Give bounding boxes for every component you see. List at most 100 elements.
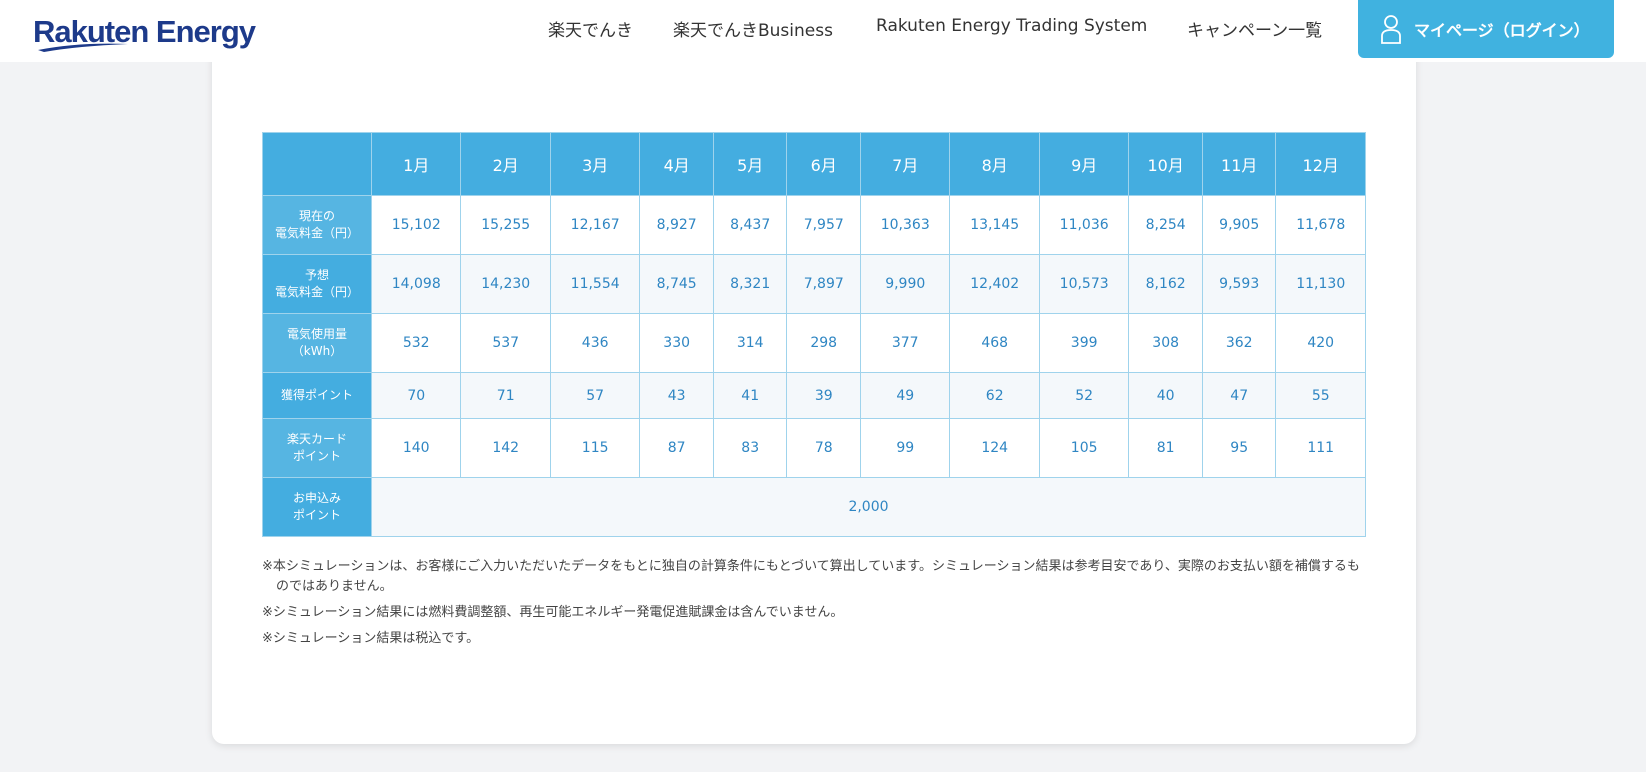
value-cell: 9,593 [1201, 254, 1277, 314]
value-cell: 78 [786, 418, 861, 478]
row-label-line: （kWh） [291, 344, 343, 358]
mypage-login-button[interactable]: マイページ（ログイン） [1358, 0, 1614, 58]
value-cell: 105 [1038, 418, 1130, 478]
month-header: 10月 [1128, 132, 1203, 196]
value-cell: 71 [460, 372, 551, 419]
value-cell: 8,927 [639, 195, 714, 255]
value-cell: 8,321 [712, 254, 788, 314]
value-cell: 87 [639, 418, 714, 478]
nav-trading-system[interactable]: Rakuten Energy Trading System [876, 16, 1147, 46]
value-cell: 99 [859, 418, 951, 478]
row-label: 獲得ポイント [262, 372, 372, 419]
corner-cell [262, 132, 372, 196]
value-cell: 81 [1128, 418, 1203, 478]
value-cell: 52 [1038, 372, 1130, 419]
table-row: 電気使用量 （kWh） 532 537 436 330 314 298 377 468 399 308… [262, 313, 1366, 373]
application-points-value: 2,000 [371, 477, 1366, 537]
row-label: 予想電気料金（円） [262, 254, 372, 314]
value-cell: 11,678 [1275, 195, 1366, 255]
month-header: 8月 [949, 132, 1040, 196]
month-header: 7月 [859, 132, 951, 196]
row-label-line: 電気料金（円） [274, 285, 359, 299]
value-cell: 124 [949, 418, 1040, 478]
value-cell: 43 [639, 372, 714, 419]
value-cell: 15,102 [370, 195, 462, 255]
simulation-table: 1月 2月 3月 4月 5月 6月 7月 8月 9月 10月 11月 12月 現… [262, 132, 1366, 537]
table-row: 獲得ポイント 70 71 57 43 41 39 49 62 52 40 47 55 [262, 372, 1366, 419]
value-cell: 377 [859, 313, 951, 373]
logo-swoosh-icon [38, 43, 128, 52]
value-cell: 8,254 [1128, 195, 1203, 255]
row-label-line: お申込み [292, 491, 341, 505]
value-cell: 70 [370, 372, 462, 419]
value-cell: 362 [1201, 313, 1277, 373]
value-cell: 436 [549, 313, 641, 373]
month-header-row: 1月 2月 3月 4月 5月 6月 7月 8月 9月 10月 11月 12月 [262, 132, 1366, 196]
value-cell: 14,230 [460, 254, 551, 314]
note-item: ※シミュレーション結果は税込です。 [262, 631, 480, 646]
month-header: 9月 [1038, 132, 1130, 196]
month-header: 11月 [1201, 132, 1277, 196]
value-cell: 8,162 [1128, 254, 1203, 314]
row-label: 電気使用量 （kWh） [262, 313, 372, 373]
nav-rakuten-denki-business[interactable]: 楽天でんきBusiness [673, 16, 833, 46]
value-cell: 49 [859, 372, 951, 419]
row-label-line: 予想 [304, 268, 329, 282]
value-cell: 62 [949, 372, 1040, 419]
value-cell: 12,167 [549, 195, 641, 255]
month-header: 3月 [549, 132, 641, 196]
month-header: 2月 [460, 132, 551, 196]
row-label-line: 獲得ポイント [280, 388, 353, 402]
value-cell: 11,036 [1038, 195, 1130, 255]
row-label: 楽天カード ポイント [262, 418, 372, 478]
value-cell: 532 [370, 313, 462, 373]
value-cell: 314 [712, 313, 788, 373]
value-cell: 11,554 [549, 254, 641, 314]
row-label-line: 現在の [298, 209, 335, 223]
value-cell: 330 [639, 313, 714, 373]
value-cell: 420 [1275, 313, 1366, 373]
login-label: マイページ（ログイン） [1414, 21, 1590, 40]
table-row: 予想 電気料金（円） 14,098 14,230 11,554 8,745 8,321 7,8… [262, 254, 1366, 314]
value-cell: 15,255 [460, 195, 551, 255]
nav-rakuten-denki[interactable]: 楽天でんき [548, 16, 633, 46]
value-cell: 10,573 [1038, 254, 1130, 314]
value-cell: 41 [712, 372, 788, 419]
value-cell: 8,437 [712, 195, 788, 255]
value-cell: 142 [460, 418, 551, 478]
value-cell: 9,905 [1201, 195, 1277, 255]
value-cell: 111 [1275, 418, 1366, 478]
value-cell: 298 [786, 313, 861, 373]
nav-campaign-list[interactable]: キャンペーン一覧 [1187, 16, 1322, 46]
month-header: 1月 [370, 132, 462, 196]
value-cell: 13,145 [949, 195, 1040, 255]
row-label-line: 楽天カード [286, 432, 347, 446]
month-header: 12月 [1275, 132, 1366, 196]
value-cell: 537 [460, 313, 551, 373]
disclaimer-notes: ※本シミュレーションは、お客様にご入力いただいたデータをもとに独自の計算条件にも… [262, 557, 1372, 655]
row-label: お申込み ポイント [262, 477, 372, 537]
application-points-row: お申込み ポイント 2,000 [262, 477, 1366, 537]
value-cell: 57 [549, 372, 641, 419]
value-cell: 55 [1275, 372, 1366, 419]
value-cell: 14,098 [370, 254, 462, 314]
value-cell: 7,957 [786, 195, 861, 255]
value-cell: 7,897 [786, 254, 861, 314]
row-label-line: ポイント [292, 449, 341, 463]
row-label-line: ポイント [292, 508, 341, 522]
user-icon [1381, 15, 1401, 44]
row-label-line: 電気使用量 [286, 327, 347, 341]
row-label: 現在の電気料金（円） [262, 195, 372, 255]
month-header: 6月 [786, 132, 861, 196]
month-header: 4月 [639, 132, 714, 196]
value-cell: 115 [549, 418, 641, 478]
value-cell: 308 [1128, 313, 1203, 373]
value-cell: 11,130 [1275, 254, 1366, 314]
value-cell: 12,402 [949, 254, 1040, 314]
row-label-line: 電気料金（円） [274, 226, 359, 240]
value-cell: 140 [370, 418, 462, 478]
value-cell: 9,990 [859, 254, 951, 314]
value-cell: 10,363 [859, 195, 951, 255]
value-cell: 8,745 [639, 254, 714, 314]
site-header: Rakuten Energy 楽天でんき 楽天でんきBusiness Rakut… [0, 0, 1646, 62]
